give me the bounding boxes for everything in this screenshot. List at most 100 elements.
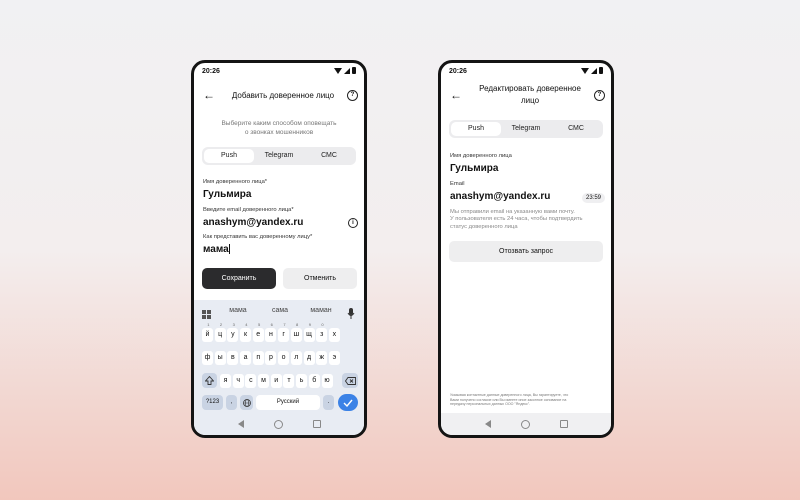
key[interactable]: х: [328, 328, 340, 342]
status-bar: 20:26: [194, 63, 364, 79]
help-icon[interactable]: ?: [594, 90, 605, 101]
revoke-request-button[interactable]: Отозвать запрос: [449, 241, 603, 262]
key[interactable]: б: [308, 374, 320, 388]
key[interactable]: ы: [214, 351, 226, 365]
tab-telegram[interactable]: Telegram: [501, 122, 551, 136]
key[interactable]: р: [265, 351, 277, 365]
nav-back-icon[interactable]: [237, 420, 244, 428]
tab-push[interactable]: Push: [204, 149, 254, 163]
key-hint: 0: [321, 322, 324, 327]
name-label: Имя доверенного лица*: [203, 179, 268, 185]
suggestion-1[interactable]: мама: [219, 307, 257, 314]
relation-value: мама: [203, 244, 229, 255]
key[interactable]: ц: [214, 328, 226, 342]
tab-sms[interactable]: СМС: [304, 149, 354, 163]
key[interactable]: ш: [290, 328, 302, 342]
back-arrow-icon[interactable]: ←: [203, 89, 215, 101]
key[interactable]: о: [278, 351, 290, 365]
key[interactable]: с: [245, 374, 257, 388]
key[interactable]: э: [328, 351, 340, 365]
navigation-bar: [441, 413, 611, 435]
globe-icon[interactable]: [240, 395, 253, 410]
key[interactable]: у: [227, 328, 239, 342]
key[interactable]: щ: [303, 328, 315, 342]
key[interactable]: т: [283, 374, 295, 388]
nav-home-icon[interactable]: [273, 419, 283, 429]
key[interactable]: ю: [321, 374, 333, 388]
key[interactable]: а: [240, 351, 252, 365]
signal-icon: [591, 67, 597, 74]
battery-icon: [599, 67, 603, 74]
key[interactable]: н: [265, 328, 277, 342]
numbers-key[interactable]: ?123: [202, 395, 223, 410]
nav-recents-icon[interactable]: [312, 420, 321, 428]
phone-screen-edit-contact: 20:26 ← Редактировать доверенное лицо ? …: [438, 60, 614, 438]
status-time: 20:26: [449, 68, 467, 75]
key[interactable]: г: [278, 328, 290, 342]
notice-line: У пользователя есть 24 часа, чтобы подтв…: [450, 216, 583, 223]
name-field[interactable]: Гульмира: [203, 189, 251, 200]
key[interactable]: д: [303, 351, 315, 365]
key[interactable]: ч: [232, 374, 244, 388]
key-row-1: й ц у к е н г ш щ з х: [202, 328, 342, 342]
tab-telegram[interactable]: Telegram: [254, 149, 304, 163]
nav-recents-icon[interactable]: [559, 420, 568, 428]
countdown-timer: 23:59: [582, 193, 606, 203]
tab-sms[interactable]: СМС: [551, 122, 601, 136]
nav-back-icon[interactable]: [484, 420, 491, 428]
help-icon[interactable]: ?: [347, 90, 358, 101]
relation-field[interactable]: мама: [203, 244, 230, 255]
key[interactable]: я: [220, 374, 231, 388]
tab-push[interactable]: Push: [451, 122, 501, 136]
microphone-icon[interactable]: [347, 306, 355, 324]
period-key[interactable]: .: [323, 395, 334, 410]
nav-home-icon[interactable]: [520, 419, 530, 429]
relation-label: Как представить вас доверенному лицу*: [203, 234, 313, 240]
apps-grid-icon[interactable]: [202, 307, 212, 319]
phone-screen-add-contact: 20:26 ← Добавить доверенное лицо ? Выбер…: [191, 60, 367, 438]
key[interactable]: и: [270, 374, 282, 388]
signal-icon: [344, 67, 350, 74]
key[interactable]: в: [227, 351, 239, 365]
enter-check-icon[interactable]: [338, 394, 358, 411]
backspace-icon[interactable]: [342, 373, 358, 388]
key[interactable]: й: [202, 328, 213, 342]
key-hint: 6: [270, 322, 273, 327]
suggestion-2[interactable]: сама: [261, 307, 299, 314]
status-time: 20:26: [202, 68, 220, 75]
key-hint: 5: [257, 322, 261, 327]
key[interactable]: ф: [202, 351, 213, 365]
consent-footer: Указывая контактные данные доверенного л…: [450, 393, 602, 407]
key[interactable]: е: [252, 328, 264, 342]
title-line-1: Редактировать доверенное: [479, 84, 581, 93]
email-field[interactable]: anashym@yandex.ru: [203, 217, 303, 228]
save-button[interactable]: Сохранить: [202, 268, 276, 289]
key[interactable]: л: [290, 351, 302, 365]
cancel-button[interactable]: Отменить: [283, 268, 357, 289]
page-title: Добавить доверенное лицо: [231, 91, 335, 100]
key[interactable]: м: [258, 374, 270, 388]
key[interactable]: з: [316, 328, 328, 342]
key-hint: 7: [283, 322, 286, 327]
notification-method-tabs: Push Telegram СМС: [202, 147, 356, 165]
wifi-icon: [581, 67, 589, 74]
info-icon[interactable]: i: [348, 218, 358, 228]
key[interactable]: п: [252, 351, 264, 365]
key-hint: 1: [207, 322, 210, 327]
space-key[interactable]: Русский: [256, 395, 320, 410]
footer-line: передачу персональных данных ООО "Яндекс…: [450, 402, 531, 407]
notice-line: статус доверенного лица: [450, 223, 518, 230]
email-value: anashym@yandex.ru: [450, 191, 551, 202]
key[interactable]: к: [240, 328, 252, 342]
comma-key[interactable]: ,: [226, 395, 237, 410]
back-arrow-icon[interactable]: ←: [450, 89, 462, 101]
key-row-3: я ч с м и т ь б ю: [220, 374, 334, 388]
navigation-bar: [194, 413, 364, 435]
shift-key[interactable]: [202, 373, 217, 388]
suggestion-3[interactable]: маман: [302, 307, 340, 314]
key[interactable]: ж: [316, 351, 328, 365]
key-hint: 2: [219, 322, 223, 327]
name-label: Имя доверенного лица: [450, 153, 512, 159]
key-hint: 8: [296, 322, 299, 327]
key[interactable]: ь: [296, 374, 308, 388]
